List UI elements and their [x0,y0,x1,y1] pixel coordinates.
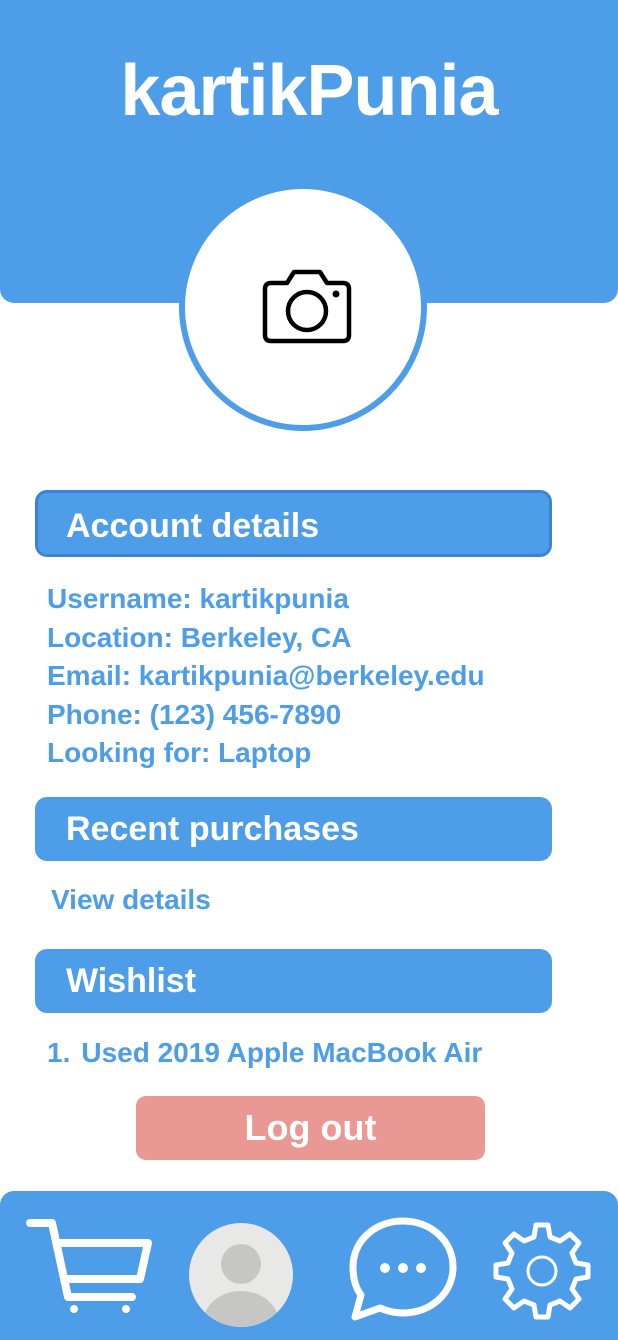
settings-gear-icon [493,1222,591,1320]
phone-text: Phone: (123) 456-7890 [47,698,342,730]
username-text: Username: kartikpunia [47,583,349,614]
wishlist-item-text: Used 2019 Apple MacBook Air [81,1037,483,1068]
cart-icon [26,1219,152,1313]
wishlist-item-number: 1. [47,1037,71,1068]
nav-cart[interactable] [26,1217,154,1322]
profile-avatar-icon [189,1223,293,1327]
looking-for-text: Looking for: Laptop [47,737,312,768]
account-details-header[interactable]: Account details [35,490,552,557]
camera-icon [262,269,352,344]
recent-purchases-heading: Recent purchases [66,810,359,848]
account-details-list: Username: kartikpunia Location: Berkeley… [47,580,485,773]
view-details-link[interactable]: View details [51,884,211,916]
profile-photo-upload[interactable] [179,183,427,431]
nav-settings[interactable] [490,1219,594,1328]
wishlist-item[interactable]: 1. Used 2019 Apple MacBook Air [47,1037,482,1069]
logout-button[interactable]: Log out [136,1096,485,1160]
chat-icon [349,1217,457,1321]
page-title: kartikPunia [120,51,498,131]
nav-messages[interactable] [347,1215,459,1328]
recent-purchases-header[interactable]: Recent purchases [35,797,552,861]
nav-profile[interactable] [189,1223,293,1332]
wishlist-heading: Wishlist [66,962,197,1000]
email-text: Email: kartikpunia@berkeley.edu [47,660,485,691]
wishlist-header[interactable]: Wishlist [35,949,552,1013]
account-details-heading: Account details [66,507,320,545]
bottom-navigation [0,1191,618,1340]
location-text: Location: Berkeley, CA [47,621,352,653]
